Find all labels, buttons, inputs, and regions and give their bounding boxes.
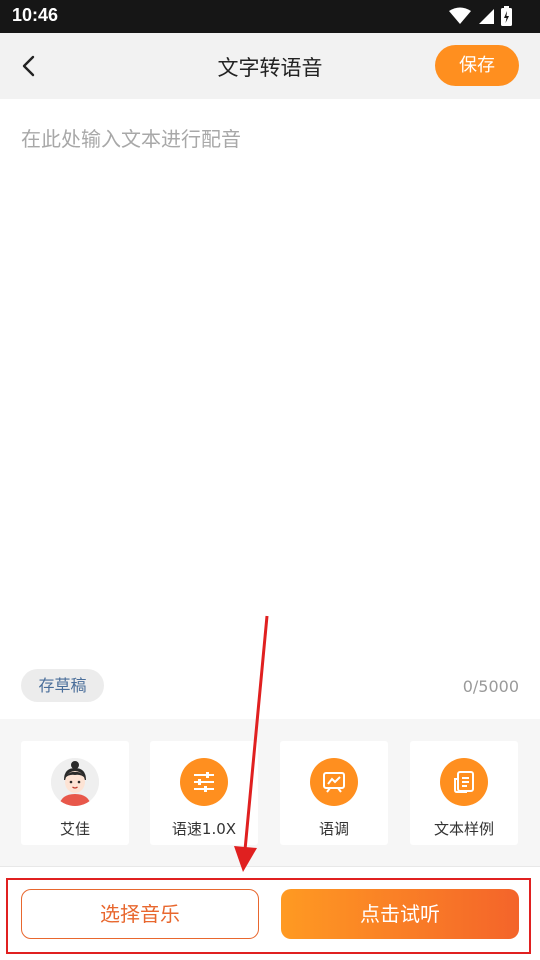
preview-listen-button[interactable]: 点击试听 bbox=[281, 889, 519, 939]
status-time: 10:46 bbox=[12, 5, 59, 25]
save-button[interactable]: 保存 bbox=[435, 45, 519, 86]
tone-option[interactable]: 语调 bbox=[280, 741, 388, 845]
char-count: 0/5000 bbox=[462, 677, 519, 696]
status-icons bbox=[449, 6, 512, 26]
document-icon bbox=[440, 758, 488, 806]
options-area: 艾佳 语速1.0X 语调 文本样例 bbox=[0, 719, 540, 866]
speed-option[interactable]: 语速1.0X bbox=[150, 741, 258, 845]
wifi-icon bbox=[449, 7, 471, 24]
text-sample-option-label: 文本样例 bbox=[433, 820, 494, 838]
avatar-icon bbox=[51, 758, 99, 806]
sliders-icon bbox=[180, 758, 228, 806]
trend-chart-icon bbox=[310, 758, 358, 806]
signal-icon bbox=[479, 9, 494, 24]
header: 文字转语音 保存 bbox=[0, 33, 540, 99]
text-sample-option[interactable]: 文本样例 bbox=[410, 741, 518, 845]
speed-option-label: 语速1.0X bbox=[171, 820, 237, 838]
text-input-placeholder[interactable]: 在此处输入文本进行配音 bbox=[21, 123, 241, 152]
voice-option-label: 艾佳 bbox=[59, 820, 90, 838]
status-bar: 10:46 bbox=[0, 0, 540, 33]
save-draft-button[interactable]: 存草稿 bbox=[21, 669, 104, 702]
tone-option-label: 语调 bbox=[318, 820, 349, 838]
voice-option[interactable]: 艾佳 bbox=[21, 741, 129, 845]
select-music-button[interactable]: 选择音乐 bbox=[21, 889, 259, 939]
text-editor[interactable]: 在此处输入文本进行配音 存草稿 0/5000 bbox=[0, 99, 540, 719]
battery-charging-icon bbox=[501, 6, 512, 26]
